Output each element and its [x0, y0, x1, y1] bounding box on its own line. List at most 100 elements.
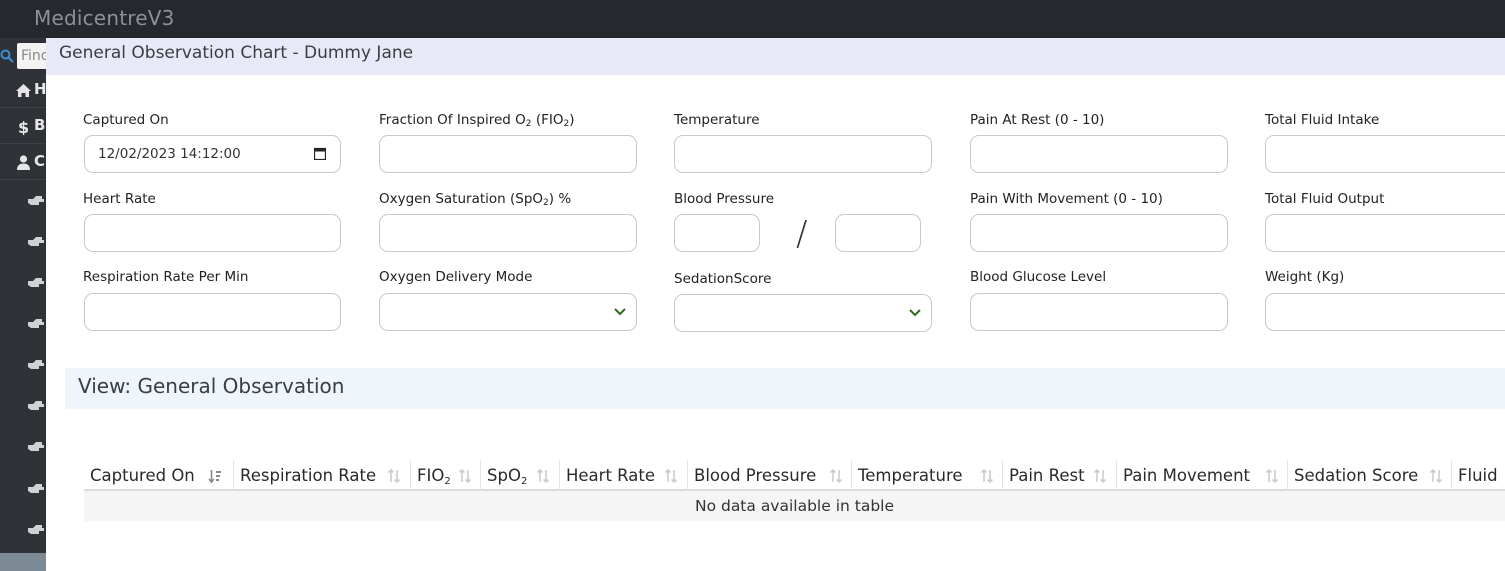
sort-icon[interactable]	[980, 468, 994, 484]
column-label: Temperature	[858, 466, 963, 485]
sort-icon[interactable]	[664, 468, 678, 484]
blood-glucose-input[interactable]	[970, 293, 1228, 331]
blood-glucose-label: Blood Glucose Level	[970, 269, 1107, 285]
weight-input[interactable]	[1265, 293, 1505, 331]
column-label: Pain Movement	[1123, 466, 1251, 485]
modal-header: General Observation Chart - Dummy Jane	[46, 38, 1505, 75]
sedation-score-label: SedationScore	[674, 271, 772, 287]
app-title: MedicentreV3	[34, 6, 175, 30]
column-label: Heart Rate	[566, 466, 656, 485]
sidebar-item-home[interactable]: Home	[0, 72, 46, 108]
column-spo2[interactable]: SpO2	[481, 460, 560, 491]
pain-rest-label: Pain At Rest (0 - 10)	[970, 112, 1105, 128]
hand-point-right-icon[interactable]	[27, 358, 45, 372]
fluid-output-input[interactable]	[1265, 214, 1505, 252]
sidebar-active-item[interactable]	[0, 553, 46, 571]
sidebar-item-billing[interactable]: $ Billing	[0, 108, 46, 144]
column-pain-movement[interactable]: Pain Movement	[1117, 460, 1288, 491]
calendar-icon[interactable]	[314, 147, 326, 160]
hand-point-right-icon[interactable]	[27, 482, 45, 496]
column-temperature[interactable]: Temperature	[852, 460, 1003, 491]
column-fluid[interactable]: Fluid	[1452, 460, 1505, 491]
sort-icon[interactable]	[1265, 468, 1279, 484]
view-panel: View: General Observation	[65, 368, 1505, 409]
sort-desc-icon[interactable]	[208, 468, 222, 484]
chevron-down-icon	[909, 309, 921, 317]
respiration-rate-label: Respiration Rate Per Min	[83, 269, 249, 285]
oxygen-delivery-select[interactable]	[379, 293, 637, 331]
view-title: View: General Observation	[78, 374, 345, 398]
spo2-label: Oxygen Saturation (SpO2) %	[379, 191, 572, 208]
oxygen-delivery-label: Oxygen Delivery Mode	[379, 269, 533, 285]
column-respiration-rate[interactable]: Respiration Rate	[234, 460, 411, 491]
column-fio2[interactable]: FIO2	[411, 460, 481, 491]
fio2-input[interactable]	[379, 135, 637, 173]
fluid-output-label: Total Fluid Output	[1265, 191, 1385, 207]
user-icon	[17, 155, 30, 170]
captured-on-input[interactable]: 12/02/2023 14:12:00	[84, 135, 341, 173]
blood-pressure-label: Blood Pressure	[674, 191, 775, 207]
temperature-input[interactable]	[674, 135, 932, 173]
hand-point-right-icon[interactable]	[27, 440, 45, 454]
pain-rest-input[interactable]	[970, 135, 1228, 173]
table-empty-row: No data available in table	[84, 491, 1505, 521]
hand-point-right-icon[interactable]	[27, 194, 45, 208]
column-label: Respiration Rate	[240, 466, 377, 485]
fluid-intake-label: Total Fluid Intake	[1265, 112, 1380, 128]
fluid-intake-input[interactable]	[1265, 135, 1505, 173]
hand-point-right-icon[interactable]	[27, 317, 45, 331]
spo2-input[interactable]	[379, 214, 637, 252]
captured-on-label: Captured On	[83, 112, 169, 128]
weight-label: Weight (Kg)	[1265, 269, 1345, 285]
sort-icon[interactable]	[387, 468, 401, 484]
hand-point-right-icon[interactable]	[27, 235, 45, 249]
hand-point-right-icon[interactable]	[27, 399, 45, 413]
sort-icon[interactable]	[458, 468, 472, 484]
respiration-rate-input[interactable]	[84, 293, 341, 331]
column-blood-pressure[interactable]: Blood Pressure	[688, 460, 852, 491]
home-icon	[16, 84, 31, 97]
sidebar: Find Home $ Billing Clinical	[0, 38, 46, 571]
sort-icon[interactable]	[829, 468, 843, 484]
sidebar-item-label: Billing	[34, 116, 46, 134]
column-heart-rate[interactable]: Heart Rate	[560, 460, 688, 491]
bp-systolic-input[interactable]	[674, 214, 760, 252]
sedation-score-select[interactable]	[674, 294, 932, 332]
column-label: Sedation Score	[1294, 466, 1419, 485]
bp-diastolic-input[interactable]	[835, 214, 921, 252]
column-captured-on[interactable]: Captured On	[84, 460, 234, 491]
search-icon[interactable]	[0, 49, 14, 63]
observation-modal: General Observation Chart - Dummy Jane C…	[46, 38, 1505, 571]
sidebar-search-input[interactable]: Find	[17, 43, 46, 69]
hand-point-right-icon[interactable]	[27, 523, 45, 537]
chevron-down-icon	[614, 308, 626, 316]
temperature-label: Temperature	[674, 112, 760, 128]
sidebar-item-clinical[interactable]: Clinical	[0, 144, 46, 180]
pain-movement-input[interactable]	[970, 214, 1228, 252]
column-label: Captured On	[90, 466, 195, 485]
sidebar-item-label: Home	[34, 80, 46, 98]
sort-icon[interactable]	[536, 468, 550, 484]
sort-icon[interactable]	[1093, 468, 1107, 484]
column-label: SpO2	[487, 466, 528, 487]
empty-message: No data available in table	[694, 497, 895, 515]
app-topbar: MedicentreV3	[0, 0, 1505, 38]
bp-separator: /	[796, 214, 808, 254]
column-label: FIO2	[417, 466, 451, 487]
heart-rate-input[interactable]	[84, 214, 341, 252]
sidebar-item-label: Clinical	[34, 152, 46, 170]
dollar-icon: $	[18, 118, 29, 135]
column-label: Blood Pressure	[694, 466, 817, 485]
modal-title: General Observation Chart - Dummy Jane	[59, 43, 414, 63]
column-sedation-score[interactable]: Sedation Score	[1288, 460, 1452, 491]
observation-table-header: Captured On Respiration Rate FIO2 SpO2 H…	[84, 460, 1505, 491]
svg-text:$: $	[18, 118, 29, 135]
column-pain-rest[interactable]: Pain Rest	[1003, 460, 1117, 491]
captured-on-value: 12/02/2023 14:12:00	[98, 146, 241, 162]
hand-point-right-icon[interactable]	[27, 276, 45, 290]
column-label: Fluid	[1458, 466, 1498, 485]
fio2-label: Fraction Of Inspired O2 (FIO2)	[379, 112, 575, 129]
sort-icon[interactable]	[1429, 468, 1443, 484]
column-label: Pain Rest	[1009, 466, 1085, 485]
pain-movement-label: Pain With Movement (0 - 10)	[970, 191, 1163, 207]
